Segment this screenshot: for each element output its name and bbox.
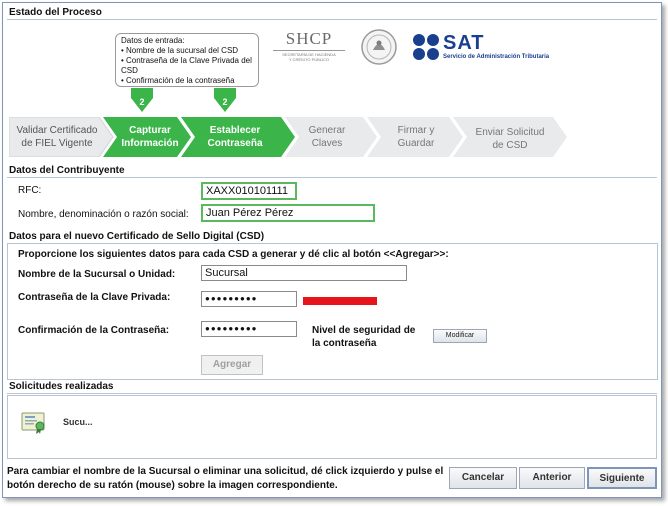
cancel-button[interactable]: Cancelar xyxy=(449,467,517,489)
popup-item: • Nombre de la sucursal del CSD xyxy=(121,46,239,55)
mexico-seal-icon xyxy=(360,28,398,69)
step-marker-number: 2 xyxy=(222,97,228,107)
confirm-input[interactable]: ●●●●●●●●● xyxy=(201,321,297,337)
certificate-icon xyxy=(21,412,45,434)
step-capturar: Capturar Información xyxy=(121,125,179,149)
security-level-label: Nivel de seguridad de la contraseña xyxy=(312,325,416,349)
popup-item: • Confirmación de la contraseña xyxy=(121,76,235,85)
step-establecer: Establecer Contraseña xyxy=(207,125,263,149)
step-validar: Validar Certificado de FIEL Vigente xyxy=(16,125,98,149)
header-divider xyxy=(7,19,657,20)
popup-item: • Contraseña de la Clave Privada del CSD xyxy=(121,56,252,75)
csd-divider xyxy=(7,243,657,244)
sucursal-input[interactable]: Sucursal xyxy=(201,265,407,281)
nombre-label: Nombre, denominación o razón social: xyxy=(18,209,189,220)
process-title: Estado del Proceso xyxy=(9,7,102,18)
step-firmar: Firmar y Guardar xyxy=(397,125,435,149)
csd-instructions: Proporcione los siguientes datos para ca… xyxy=(18,249,449,260)
shcp-logo-rule xyxy=(273,50,345,51)
footer-note: Para cambiar el nombre de la Sucursal o … xyxy=(7,466,444,491)
modify-button[interactable]: Modificar xyxy=(433,329,487,343)
next-button[interactable]: Siguiente xyxy=(587,467,657,489)
security-strength-bar xyxy=(303,297,377,305)
password-label: Contraseña de la Clave Privada: xyxy=(18,292,171,303)
solicitudes-divider xyxy=(7,393,657,394)
shcp-logo-text: SHCP xyxy=(285,29,333,48)
confirm-label: Confirmación de la Contraseña: xyxy=(18,325,170,336)
sat-logo-text: SAT xyxy=(443,32,485,54)
solicitud-item[interactable]: Sucu... xyxy=(14,410,124,440)
csd-section-title: Datos para el nuevo Certificado de Sello… xyxy=(9,231,265,242)
sucursal-label: Nombre de la Sucursal o Unidad: xyxy=(18,269,176,280)
shcp-logo-sub2: Y CRÉDITO PÚBLICO xyxy=(288,57,330,62)
step-marker-icon: 2 xyxy=(214,88,236,115)
rfc-label: RFC: xyxy=(18,185,42,196)
step-marker-number: 2 xyxy=(139,97,145,107)
add-button[interactable]: Agregar xyxy=(201,355,263,375)
window-frame: Estado del Proceso Datos de entrada: • N… xyxy=(2,2,662,498)
step-marker-icon: 2 xyxy=(131,88,153,115)
solicitudes-list: Sucu... xyxy=(7,395,657,459)
step-enviar: Enviar Solicitud de CSD xyxy=(475,127,545,151)
shcp-logo: SHCP SECRETARÍA DE HACIENDA Y CRÉDITO PÚ… xyxy=(267,29,351,69)
csd-bottom-border xyxy=(7,379,658,380)
input-data-popup: Datos de entrada: • Nombre de la sucursa… xyxy=(115,33,259,87)
popup-title: Datos de entrada: xyxy=(121,36,185,45)
previous-button[interactable]: Anterior xyxy=(519,467,585,489)
solicitud-label: Sucu... xyxy=(63,417,93,427)
step-generar: Generar Claves xyxy=(308,125,346,149)
contribuyente-divider xyxy=(7,177,657,178)
rfc-field[interactable]: XAXX010101111 xyxy=(201,182,297,200)
csd-border-left xyxy=(7,243,8,379)
sat-logo-icon xyxy=(411,33,441,64)
contribuyente-section-title: Datos del Contribuyente xyxy=(9,165,125,176)
nombre-field[interactable]: Juan Pérez Pérez xyxy=(201,204,375,222)
sat-logo-subtitle: Servicio de Administración Tributaria xyxy=(443,54,550,60)
solicitudes-section-title: Solicitudes realizadas xyxy=(9,381,114,392)
password-input[interactable]: ●●●●●●●●● xyxy=(201,291,297,307)
csd-border-right xyxy=(657,243,658,379)
